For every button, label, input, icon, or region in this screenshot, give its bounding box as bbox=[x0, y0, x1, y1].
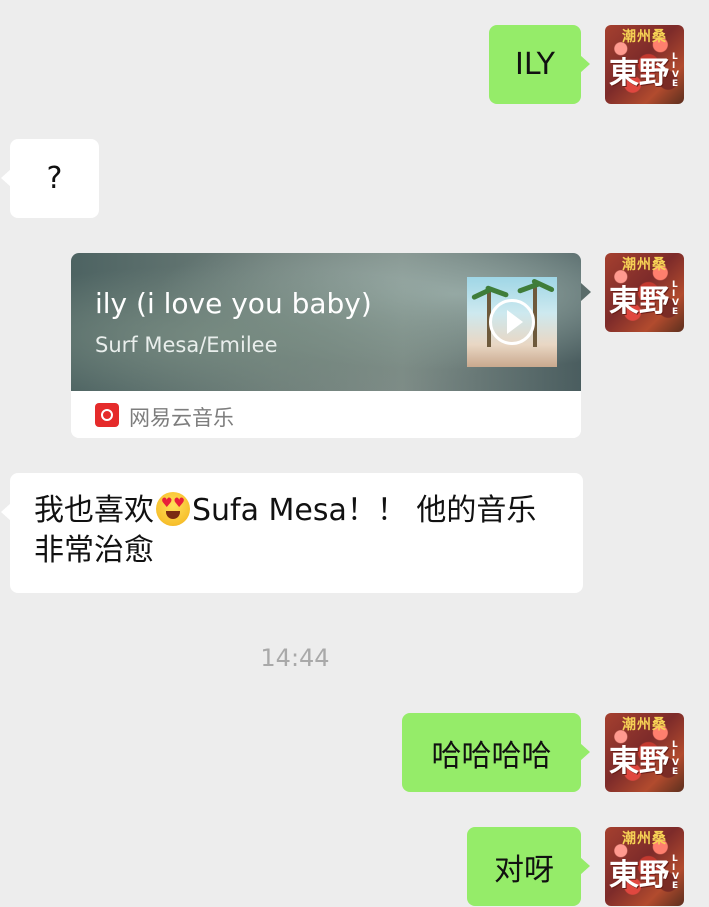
avatar-side-text: LIVE bbox=[672, 280, 679, 317]
user-avatar[interactable]: 潮州桑 東野 LIVE bbox=[605, 827, 684, 906]
message-text-part: 我也喜欢 bbox=[34, 493, 154, 528]
song-artist: Surf Mesa/Emilee bbox=[95, 333, 278, 357]
user-avatar[interactable]: 潮州桑 東野 LIVE bbox=[605, 25, 684, 104]
avatar-side-text: LIVE bbox=[672, 740, 679, 777]
album-art[interactable] bbox=[467, 277, 557, 367]
heart-eyes-emoji-icon bbox=[156, 492, 190, 526]
music-card-footer: 网易云音乐 bbox=[71, 391, 581, 438]
play-triangle-icon bbox=[507, 310, 523, 334]
music-card-header: ily (i love you baby) Surf Mesa/Emilee bbox=[71, 253, 581, 391]
avatar-side-text: LIVE bbox=[672, 854, 679, 891]
music-source-label: 网易云音乐 bbox=[129, 406, 234, 430]
avatar-main-text: 東野 bbox=[609, 858, 669, 893]
avatar-main-text: 東野 bbox=[609, 56, 669, 91]
message-bubble-sent[interactable]: 哈哈哈哈 bbox=[402, 713, 590, 792]
message-text: 哈哈哈哈 bbox=[431, 738, 552, 774]
avatar-top-text: 潮州桑 bbox=[622, 257, 667, 273]
avatar-main-text: 東野 bbox=[609, 744, 669, 779]
message-bubble-received[interactable]: 我也喜欢Sufa Mesa！！ 他的音乐非常治愈 bbox=[1, 473, 583, 593]
user-avatar[interactable]: 潮州桑 東野 LIVE bbox=[605, 713, 684, 792]
netease-music-icon bbox=[95, 403, 119, 427]
message-text: 对呀 bbox=[494, 852, 554, 888]
music-share-card[interactable]: ily (i love you baby) Surf Mesa/Emilee 网… bbox=[71, 253, 581, 438]
message-bubble-sent[interactable]: ILY bbox=[489, 25, 590, 104]
song-title: ily (i love you baby) bbox=[95, 287, 372, 320]
avatar-top-text: 潮州桑 bbox=[622, 831, 667, 847]
avatar-main-text: 東野 bbox=[609, 284, 669, 319]
message-text: 我也喜欢Sufa Mesa！！ 他的音乐非常治愈 bbox=[34, 491, 563, 571]
chat-timestamp: 14:44 bbox=[260, 644, 330, 672]
avatar-top-text: 潮州桑 bbox=[622, 29, 667, 45]
music-card-tail bbox=[581, 283, 591, 301]
message-text: ILY bbox=[515, 47, 555, 82]
message-bubble-received[interactable]: ? bbox=[1, 139, 99, 218]
user-avatar[interactable]: 潮州桑 東野 LIVE bbox=[605, 253, 684, 332]
avatar-top-text: 潮州桑 bbox=[622, 717, 667, 733]
message-text: ? bbox=[46, 161, 63, 196]
avatar-side-text: LIVE bbox=[672, 52, 679, 89]
message-bubble-sent[interactable]: 对呀 bbox=[467, 827, 590, 906]
